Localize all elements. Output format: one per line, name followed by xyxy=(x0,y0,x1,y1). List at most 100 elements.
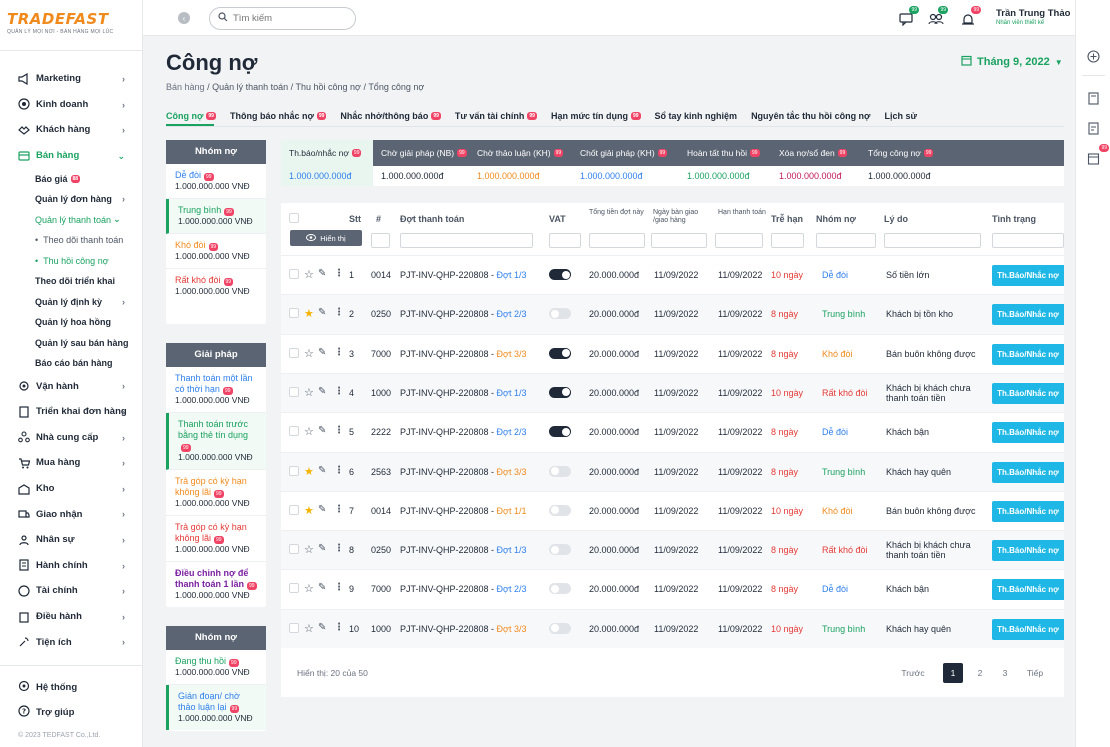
show-columns-button[interactable]: Hiển thị xyxy=(290,230,362,246)
row-checkbox[interactable] xyxy=(289,465,299,476)
sidebar-item-hanh-chinh[interactable]: Hành chính › xyxy=(0,553,143,579)
breadcrumb-item[interactable]: Thu hồi công nợ xyxy=(296,82,361,92)
column-header-stt[interactable]: Stt xyxy=(349,214,361,224)
search-box[interactable] xyxy=(209,7,356,30)
edit-icon[interactable]: ✎ xyxy=(318,504,326,515)
debt-group-kho-doi[interactable]: Khó đòi 99 1.000.000.000 VNĐ xyxy=(166,234,266,269)
calendar-button[interactable]: 99 xyxy=(1087,144,1109,165)
edit-icon[interactable]: ✎ xyxy=(318,465,326,476)
cell-dot-thanh-toan[interactable]: PJT-INV-QHP-220808 - Đợt 2/3 xyxy=(400,309,526,319)
column-header-tre-han[interactable]: Trễ hạn xyxy=(771,214,803,224)
installment-link[interactable]: Đợt 3/3 xyxy=(497,467,527,477)
user-name[interactable]: Trần Trung Thảo xyxy=(996,8,1070,19)
column-header-ngay-ban-giao[interactable]: Ngày bàn giao /giao hàng xyxy=(653,209,708,225)
summary-header-cho-thao-luan[interactable]: Chờ thảo luận (KH) 99 xyxy=(469,140,572,166)
star-icon[interactable]: ☆ xyxy=(304,347,314,360)
cell-dot-thanh-toan[interactable]: PJT-INV-QHP-220808 - Đợt 2/3 xyxy=(400,584,526,594)
cell-dot-thanh-toan[interactable]: PJT-INV-QHP-220808 - Đợt 3/3 xyxy=(400,349,526,359)
row-checkbox[interactable] xyxy=(289,386,299,397)
tab-so-tay-kinh-nghiem[interactable]: Sổ tay kinh nghiệm xyxy=(655,110,738,122)
column-header-vat[interactable]: VAT xyxy=(549,214,566,224)
filter-input-nhom[interactable] xyxy=(816,233,876,248)
column-header-han-thanh-toan[interactable]: Hạn thanh toán xyxy=(718,209,766,217)
filter-input-tre[interactable] xyxy=(771,233,804,248)
sidebar-sub-bao-cao[interactable]: Báo cáo bán hàng xyxy=(0,353,143,374)
star-icon[interactable]: ☆ xyxy=(304,582,314,595)
table-row[interactable]: ☆ ✎ ⋮ 1 0014 PJT-INV-QHP-220808 - Đợt 1/3 20.0… xyxy=(281,255,1064,294)
table-row[interactable]: ☆ ✎ ⋮ 9 7000 PJT-INV-QHP-220808 - Đợt 2/3 20.0… xyxy=(281,569,1064,608)
sidebar-item-dieu-hanh[interactable]: Điều hành › xyxy=(0,604,143,630)
vat-toggle[interactable] xyxy=(549,347,571,359)
filter-input-han[interactable] xyxy=(715,233,763,248)
summary-header-xoa-no[interactable]: Xóa nợ/sổ đen 99 xyxy=(771,140,860,166)
installment-link[interactable]: Đợt 3/3 xyxy=(497,349,527,359)
edit-icon[interactable]: ✎ xyxy=(318,268,326,279)
remind-button[interactable]: Th.Báo/Nhắc nợ xyxy=(992,304,1064,326)
sidebar-item-nha-cung-cap[interactable]: Nhà cung cấp › xyxy=(0,425,143,451)
cell-dot-thanh-toan[interactable]: PJT-INV-QHP-220808 - Đợt 3/3 xyxy=(400,467,526,477)
remind-button[interactable]: Th.Báo/Nhắc nợ xyxy=(992,500,1064,522)
debt-group-de-doi[interactable]: Dễ đòi 99 1.000.000.000 VNĐ xyxy=(166,164,266,199)
installment-link[interactable]: Đợt 3/3 xyxy=(497,624,527,634)
remind-button[interactable]: Th.Báo/Nhắc nợ xyxy=(992,461,1064,483)
sidebar-sub-don-hang[interactable]: Quản lý đơn hàng › xyxy=(0,189,143,210)
column-header-tong-tien[interactable]: Tổng tiền đợt này xyxy=(589,209,644,217)
sidebar-item-giao-nhan[interactable]: Giao nhận › xyxy=(0,501,143,527)
sidebar-item-tro-giup[interactable]: ? Trợ giúp xyxy=(18,705,74,720)
sidebar-item-kho[interactable]: Kho › xyxy=(0,476,143,502)
installment-link[interactable]: Đợt 1/3 xyxy=(497,270,527,280)
breadcrumb-item[interactable]: Tổng công nợ xyxy=(368,82,424,92)
solution-item[interactable]: Trả góp có kỳ hạn không lãi 99 1.000.000.0… xyxy=(166,470,266,516)
summary-header-tong-cong-no[interactable]: Tổng công nợ 99 xyxy=(860,140,1064,166)
more-vertical-icon[interactable]: ⋮ xyxy=(334,347,344,358)
column-header-dot-thanh-toan[interactable]: Đợt thanh toán xyxy=(400,214,464,224)
column-header-nhom-no[interactable]: Nhóm nợ xyxy=(816,214,856,224)
debt-group-trung-binh[interactable]: Trung bình 99 1.000.000.000 VNĐ xyxy=(166,199,266,234)
pagination-next[interactable]: Tiếp xyxy=(1020,663,1050,683)
table-row[interactable]: ☆ ✎ ⋮ 8 0250 PJT-INV-QHP-220808 - Đợt 1/3 20.0… xyxy=(281,530,1064,570)
installment-link[interactable]: Đợt 1/3 xyxy=(497,388,527,398)
debt-group-rat-kho-doi[interactable]: Rất khó đòi 99 1.000.000.000 VNĐ xyxy=(166,269,266,303)
sidebar-item-trien-khai-don-hang[interactable]: Triển khai đơn hàng › xyxy=(0,399,143,425)
recovery-item[interactable]: Gián đoạn/ chờ thảo luận lại 99 1.000.000.… xyxy=(166,685,266,730)
remind-button[interactable]: Th.Báo/Nhắc nợ xyxy=(992,618,1064,640)
row-checkbox[interactable] xyxy=(289,583,299,594)
edit-icon[interactable]: ✎ xyxy=(318,543,326,554)
tab-nguyen-tac[interactable]: Nguyên tắc thu hồi công nợ xyxy=(751,110,870,122)
table-row[interactable]: ★ ✎ ⋮ 7 0014 PJT-INV-QHP-220808 - Đợt 1/1 20.0… xyxy=(281,490,1064,530)
row-checkbox[interactable] xyxy=(289,426,299,437)
edit-icon[interactable]: ✎ xyxy=(318,307,326,318)
more-vertical-icon[interactable]: ⋮ xyxy=(334,268,344,279)
table-row[interactable]: ☆ ✎ ⋮ 4 1000 PJT-INV-QHP-220808 - Đợt 1/3 20.0… xyxy=(281,372,1064,413)
sidebar-item-tien-ich[interactable]: Tiện ích › xyxy=(0,629,143,655)
tab-thong-bao-nhac-no[interactable]: Thông báo nhắc nợ 99 xyxy=(230,110,327,122)
sidebar-item-nhan-su[interactable]: Nhân sự › xyxy=(0,527,143,553)
sidebar-sub-dinh-ky[interactable]: Quản lý định kỳ › xyxy=(0,291,143,312)
vat-toggle[interactable] xyxy=(549,544,571,556)
search-input[interactable] xyxy=(233,13,343,24)
installment-link[interactable]: Đợt 2/3 xyxy=(497,309,527,319)
filter-input-vat[interactable] xyxy=(549,233,581,248)
row-checkbox[interactable] xyxy=(289,269,299,279)
installment-link[interactable]: Đợt 1/1 xyxy=(497,506,527,516)
edit-icon[interactable]: ✎ xyxy=(318,425,326,436)
sidebar-sub-trien-khai[interactable]: Theo dõi triển khai xyxy=(0,271,143,292)
solution-item[interactable]: Điều chỉnh nợ để thanh toán 1 lần 99 1.000… xyxy=(166,562,266,607)
row-checkbox[interactable] xyxy=(289,544,299,555)
cell-dot-thanh-toan[interactable]: PJT-INV-QHP-220808 - Đợt 1/3 xyxy=(400,388,526,398)
table-row[interactable]: ★ ✎ ⋮ 2 0250 PJT-INV-QHP-220808 - Đợt 2/3 20.0… xyxy=(281,294,1064,334)
sidebar-sub-thanh-toan[interactable]: Quản lý thanh toán ⌄ xyxy=(0,209,143,230)
summary-header-chot-giai-phap[interactable]: Chốt giải pháp (KH) 99 xyxy=(572,140,679,166)
cell-dot-thanh-toan[interactable]: PJT-INV-QHP-220808 - Đợt 1/3 xyxy=(400,270,526,280)
star-icon[interactable]: ☆ xyxy=(304,543,314,556)
add-button[interactable] xyxy=(1087,50,1100,63)
breadcrumb-item[interactable]: Bán hàng xyxy=(166,82,205,92)
sidebar-sub-thu-hoi-cong-no[interactable]: • Thu hồi công nợ xyxy=(0,250,143,271)
recovery-item[interactable]: Đang thu hồi 99 1.000.000.000 VNĐ xyxy=(166,650,266,685)
star-filled-icon[interactable]: ★ xyxy=(304,307,314,320)
more-vertical-icon[interactable]: ⋮ xyxy=(334,622,344,633)
sidebar-item-tai-chinh[interactable]: Tài chính › xyxy=(0,578,143,604)
remind-button[interactable]: Th.Báo/Nhắc nợ xyxy=(992,540,1064,562)
more-vertical-icon[interactable]: ⋮ xyxy=(334,307,344,318)
filter-input-num[interactable] xyxy=(371,233,390,248)
